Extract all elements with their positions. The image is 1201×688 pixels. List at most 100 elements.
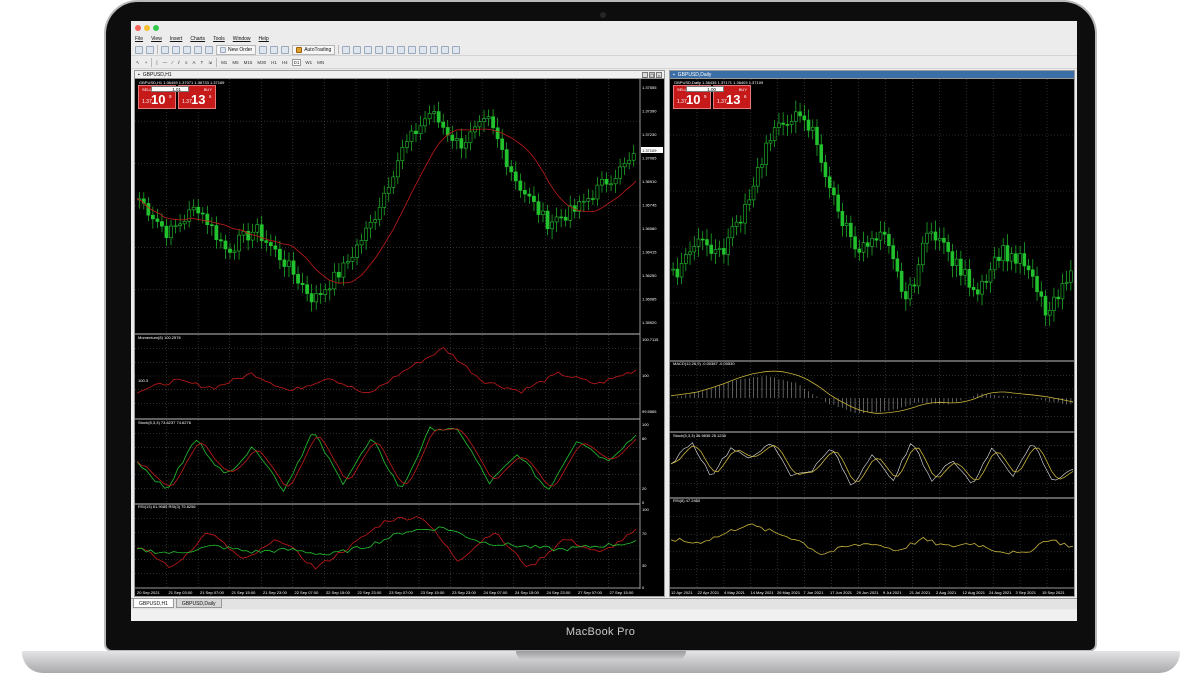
h1-candle-body xyxy=(241,231,246,236)
h1-candle-body xyxy=(223,240,228,250)
candlestick-icon[interactable] xyxy=(353,45,362,54)
chart-h1-canvas[interactable]: 1.37555 1.37390 1.37230 1.37065 1.36910 1.367… xyxy=(135,79,664,596)
menu-help[interactable]: Help xyxy=(259,36,269,42)
menu-charts[interactable]: Charts xyxy=(190,36,205,42)
fibonacci-icon[interactable]: ≡ xyxy=(184,60,189,65)
minimize-icon[interactable]: _ xyxy=(642,72,648,78)
h1-candle-body xyxy=(436,111,441,123)
daily-candle-body xyxy=(895,258,900,272)
h1-candle-body xyxy=(486,116,491,119)
templates-icon[interactable] xyxy=(452,45,461,54)
timeframe-h4[interactable]: H4 xyxy=(281,60,289,65)
metaeditor-icon[interactable] xyxy=(259,45,268,54)
tab-gbpusd-daily[interactable]: GBPUSD,Daily xyxy=(175,599,222,608)
menu-tools[interactable]: Tools xyxy=(213,36,225,42)
channel-icon[interactable]: ⫽ xyxy=(177,60,181,65)
h1-candle-body xyxy=(559,216,564,219)
menu-file[interactable]: File xyxy=(135,36,143,42)
minimize-window-button[interactable] xyxy=(144,25,150,31)
h1-candle-body xyxy=(622,163,627,168)
chart-window-daily-titlebar[interactable]: ▪ GBPUSD,Daily xyxy=(670,71,1074,79)
chart-window-h1[interactable]: ▪ GBPUSD,H1 _ ❐ × 1.37555 1.37390 1.37230 1… xyxy=(134,70,665,597)
timeframe-m1[interactable]: M1 xyxy=(220,60,228,65)
chart-window-h1-titlebar[interactable]: ▪ GBPUSD,H1 _ ❐ × xyxy=(135,71,664,79)
menu-view[interactable]: View xyxy=(151,36,162,42)
periods-icon[interactable] xyxy=(441,45,450,54)
cursor-icon[interactable]: ↖ xyxy=(135,60,141,66)
daily-candle-body xyxy=(709,244,713,254)
signals-icon[interactable] xyxy=(270,45,279,54)
indicators-icon[interactable] xyxy=(430,45,439,54)
h1-candle-body xyxy=(318,293,323,295)
momentum-level-label: 99.5565 xyxy=(642,409,657,414)
zoom-out-icon[interactable] xyxy=(386,45,395,54)
zoom-in-icon[interactable] xyxy=(375,45,384,54)
auto-scroll-icon[interactable] xyxy=(408,45,417,54)
bar-chart-icon[interactable] xyxy=(342,45,351,54)
zoom-window-button[interactable] xyxy=(153,25,159,31)
lot-size-input[interactable]: 1.01 xyxy=(151,86,189,92)
momentum-level-label: 100.7115 xyxy=(642,337,659,342)
close-window-button[interactable] xyxy=(135,25,141,31)
navigator-icon[interactable] xyxy=(183,45,191,54)
daily-candle-body xyxy=(933,231,938,241)
h1-candle-body xyxy=(563,216,568,221)
timeframe-m30[interactable]: M30 xyxy=(256,60,267,65)
h1-candle-body xyxy=(450,134,455,141)
data-window-icon[interactable] xyxy=(172,45,180,54)
lot-size-input[interactable]: 1.00 xyxy=(686,86,724,92)
daily-candle-body xyxy=(1014,253,1018,264)
h1-candle-body xyxy=(541,210,545,215)
timeframe-m15[interactable]: M15 xyxy=(243,60,254,65)
h1-candle-body xyxy=(355,244,359,258)
tile-windows-icon[interactable] xyxy=(397,45,406,54)
timeframe-w1[interactable]: W1 xyxy=(304,60,313,65)
profiles-icon[interactable] xyxy=(146,45,154,54)
text-label-icon[interactable]: T xyxy=(200,60,205,65)
daily-candle-body xyxy=(959,258,963,276)
daily-candle-body xyxy=(976,289,980,295)
daily-candle-body xyxy=(764,142,768,165)
timeframe-h1[interactable]: H1 xyxy=(270,60,278,65)
text-icon[interactable]: A xyxy=(192,60,197,65)
chart-shift-icon[interactable] xyxy=(419,45,428,54)
daily-candle-body xyxy=(992,256,997,271)
h1-candle-body xyxy=(550,221,554,230)
restore-icon[interactable]: ❐ xyxy=(649,72,655,78)
time-tick-label: 24 Sep 15:00 xyxy=(515,590,540,595)
daily-candle-body xyxy=(794,111,798,122)
tab-gbpusd-h1[interactable]: GBPUSD,H1 xyxy=(133,599,174,608)
h1-candle-body xyxy=(405,141,409,148)
chart-daily-canvas[interactable]: 12 Apr 2021 22 Apr 2021 4 May 2021 14 May 2… xyxy=(670,79,1074,596)
crosshair-icon[interactable]: + xyxy=(144,60,149,65)
daily-candle-body xyxy=(730,226,735,239)
autotrading-button[interactable]: AutoTrading xyxy=(292,44,336,55)
h1-candle-body xyxy=(164,225,169,238)
terminal-icon[interactable] xyxy=(194,45,202,54)
time-tick-label: 26 May 2021 xyxy=(777,590,801,595)
chart-window-daily[interactable]: ▪ GBPUSD,Daily 12 Apr 2021 22 Apr 2021 4 M… xyxy=(669,70,1075,597)
line-chart-icon[interactable] xyxy=(364,45,373,54)
chart-window-daily-title: GBPUSD,Daily xyxy=(677,71,712,78)
timeframe-d1[interactable]: D1 xyxy=(291,59,302,66)
trendline-icon[interactable]: ⁄ xyxy=(171,60,174,65)
menu-insert[interactable]: Insert xyxy=(170,36,183,42)
vertical-line-icon[interactable]: | xyxy=(155,60,158,65)
timeframe-mn[interactable]: MN xyxy=(316,60,325,65)
h1-candle-body xyxy=(591,198,595,200)
menu-window[interactable]: Window xyxy=(233,36,251,42)
camera xyxy=(600,12,606,18)
timeframe-m5[interactable]: M5 xyxy=(231,60,239,65)
time-tick-label: 2 Aug 2021 xyxy=(936,590,957,595)
new-chart-icon[interactable] xyxy=(135,45,143,54)
strategy-tester-icon[interactable] xyxy=(205,45,213,54)
new-order-button[interactable]: New Order xyxy=(216,44,257,55)
horizontal-line-icon[interactable]: — xyxy=(162,60,169,65)
market-watch-icon[interactable] xyxy=(161,45,169,54)
h1-candle-body xyxy=(395,160,400,178)
h1-candle-body xyxy=(173,225,178,228)
macd-label: MACD(12,26,9) -0.00387 -0.00530 xyxy=(673,361,735,366)
close-icon[interactable]: × xyxy=(656,72,662,78)
market-icon[interactable] xyxy=(281,45,290,54)
arrows-icon[interactable]: ⇲ xyxy=(207,60,213,66)
